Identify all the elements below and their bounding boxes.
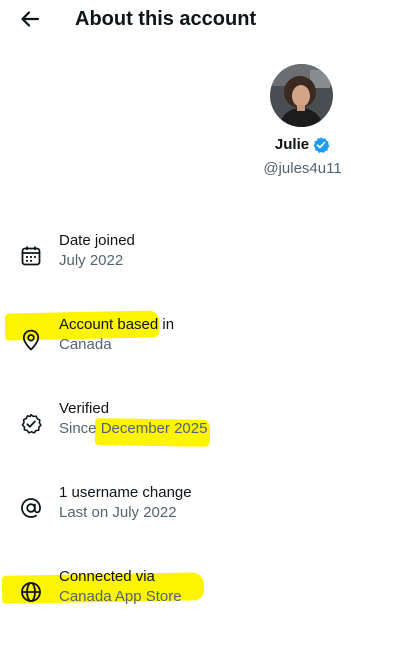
info-value: Since December 2025 xyxy=(59,419,207,439)
info-item-date-joined: Date joined July 2022 xyxy=(0,231,411,277)
info-value: Canada App Store xyxy=(59,588,182,605)
info-label: Date joined xyxy=(59,232,135,249)
info-label: Account based in xyxy=(59,315,174,335)
info-value: Canada xyxy=(59,336,112,353)
profile-name: Julie xyxy=(274,136,310,153)
page-title: About this account xyxy=(75,8,257,30)
info-value-prefix: Since xyxy=(59,420,101,437)
avatar[interactable] xyxy=(270,64,333,127)
verified-check-icon xyxy=(21,413,42,434)
info-value-highlighted: December 2025 xyxy=(100,420,208,437)
info-label-highlighted: Account based xyxy=(59,316,159,333)
back-button[interactable] xyxy=(16,5,44,33)
verified-badge-icon[interactable] xyxy=(312,136,330,154)
header: About this account xyxy=(0,0,411,38)
info-value: Last on July 2022 xyxy=(59,504,177,521)
profile-name-row: Julie xyxy=(230,134,375,156)
info-label: Connected via xyxy=(59,568,155,585)
info-label: 1 username change xyxy=(59,484,192,501)
arrow-left-icon xyxy=(21,11,40,27)
info-item-username-change: 1 username change Last on July 2022 xyxy=(0,483,411,529)
at-sign-icon xyxy=(21,498,41,518)
info-item-connected-via: Connected via Canada App Store xyxy=(0,567,411,613)
location-pin-icon xyxy=(22,329,40,351)
profile-handle: @jules4u11 xyxy=(263,160,342,177)
info-label: Verified xyxy=(59,400,110,417)
globe-icon xyxy=(21,582,41,602)
calendar-icon xyxy=(21,246,41,266)
info-item-verified: Verified Since December 2025 xyxy=(0,399,411,445)
info-value: July 2022 xyxy=(59,252,124,269)
info-item-account-based: Account based in Canada xyxy=(0,315,411,361)
info-label-rest: in xyxy=(158,316,175,333)
